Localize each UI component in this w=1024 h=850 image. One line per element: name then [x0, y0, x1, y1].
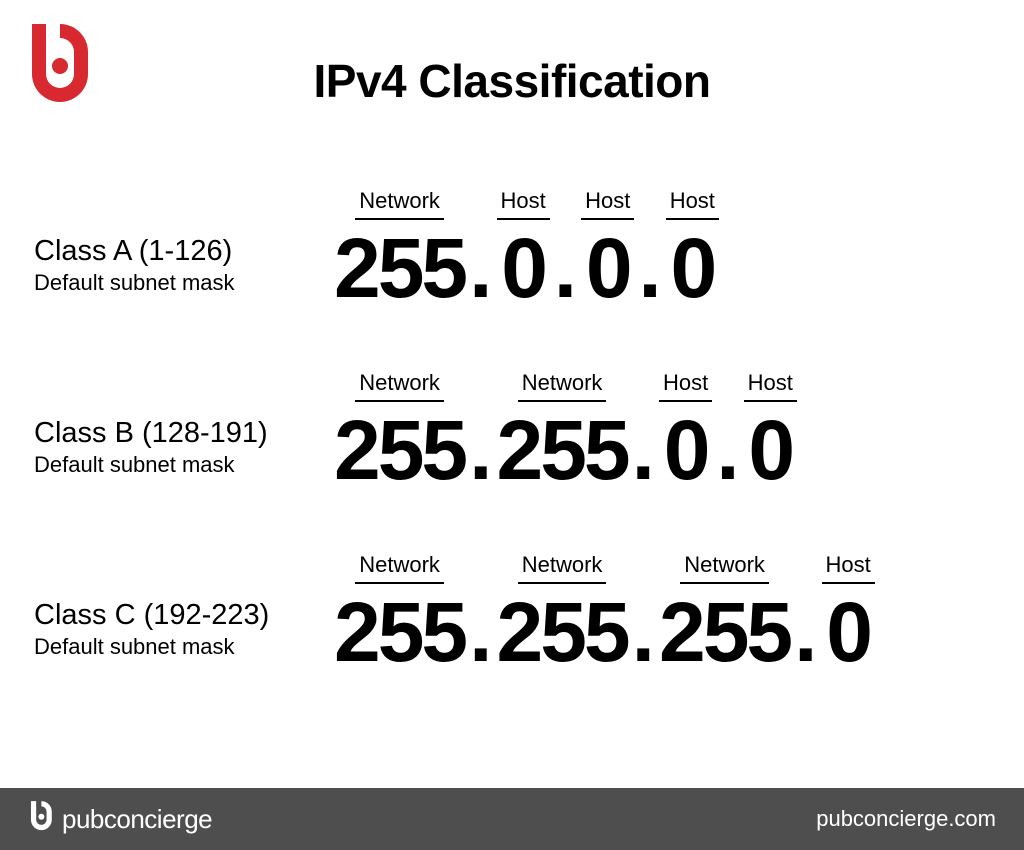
octet-label: Host	[822, 552, 875, 584]
octet-label: Host	[744, 370, 797, 402]
class-subtitle: Default subnet mask	[34, 452, 334, 478]
octet: Network 255	[497, 370, 628, 492]
octet-value: 255	[497, 408, 628, 492]
subnet-mask: Network 255 . Network 255 . Host 0 . Hos…	[334, 370, 797, 492]
octet-label: Network	[518, 552, 607, 584]
page-title: IPv4 Classification	[0, 0, 1024, 108]
dot-separator: .	[712, 408, 743, 492]
subnet-mask: Network 255 . Host 0 . Host 0 . Host 0	[334, 188, 719, 310]
class-row: Class B (128-191) Default subnet mask Ne…	[34, 370, 990, 492]
octet-value: 255	[497, 590, 628, 674]
footer-brand: pubconcierge	[28, 801, 212, 838]
octet: Host 0	[822, 552, 875, 674]
octet-label: Host	[659, 370, 712, 402]
octet-value: 0	[826, 590, 870, 674]
octet-label: Host	[581, 188, 634, 220]
class-subtitle: Default subnet mask	[34, 634, 334, 660]
octet: Host 0	[497, 188, 550, 310]
dot-separator: .	[465, 408, 496, 492]
octet-value: 255	[334, 226, 465, 310]
octet: Host 0	[744, 370, 797, 492]
class-name: Class B (128-191)	[34, 417, 334, 450]
octet-value: 0	[670, 226, 714, 310]
class-label: Class A (1-126) Default subnet mask	[34, 235, 334, 310]
octet: Network 255	[497, 552, 628, 674]
class-subtitle: Default subnet mask	[34, 270, 334, 296]
octet-label: Network	[355, 188, 444, 220]
dot-separator: .	[634, 226, 665, 310]
octet-label: Network	[680, 552, 769, 584]
dot-separator: .	[465, 590, 496, 674]
octet-value: 0	[664, 408, 708, 492]
brand-logo-icon	[24, 24, 94, 109]
octet-label: Host	[497, 188, 550, 220]
octet-value: 0	[501, 226, 545, 310]
footer-bar: pubconcierge pubconcierge.com	[0, 788, 1024, 850]
octet: Network 255	[334, 552, 465, 674]
footer-url: pubconcierge.com	[816, 806, 996, 832]
class-row: Class C (192-223) Default subnet mask Ne…	[34, 552, 990, 674]
class-name: Class A (1-126)	[34, 235, 334, 268]
dot-separator: .	[550, 226, 581, 310]
dot-separator: .	[628, 408, 659, 492]
octet-value: 255	[334, 590, 465, 674]
class-row: Class A (1-126) Default subnet mask Netw…	[34, 188, 990, 310]
subnet-mask: Network 255 . Network 255 . Network 255 …	[334, 552, 875, 674]
class-rows: Class A (1-126) Default subnet mask Netw…	[0, 108, 1024, 674]
octet-label: Network	[355, 552, 444, 584]
octet: Network 255	[334, 370, 465, 492]
octet-label: Network	[518, 370, 607, 402]
octet-label: Network	[355, 370, 444, 402]
dot-separator: .	[790, 590, 821, 674]
dot-separator: .	[465, 226, 496, 310]
octet-value: 0	[748, 408, 792, 492]
brand-logo-small-icon	[28, 801, 54, 838]
dot-separator: .	[628, 590, 659, 674]
octet: Host 0	[659, 370, 712, 492]
octet: Host 0	[666, 188, 719, 310]
class-label: Class C (192-223) Default subnet mask	[34, 599, 334, 674]
octet-label: Host	[666, 188, 719, 220]
footer-brand-text: pubconcierge	[62, 804, 212, 835]
octet-value: 255	[659, 590, 790, 674]
class-label: Class B (128-191) Default subnet mask	[34, 417, 334, 492]
octet-value: 0	[586, 226, 630, 310]
octet: Host 0	[581, 188, 634, 310]
octet: Network 255	[334, 188, 465, 310]
octet-value: 255	[334, 408, 465, 492]
octet: Network 255	[659, 552, 790, 674]
class-name: Class C (192-223)	[34, 599, 334, 632]
